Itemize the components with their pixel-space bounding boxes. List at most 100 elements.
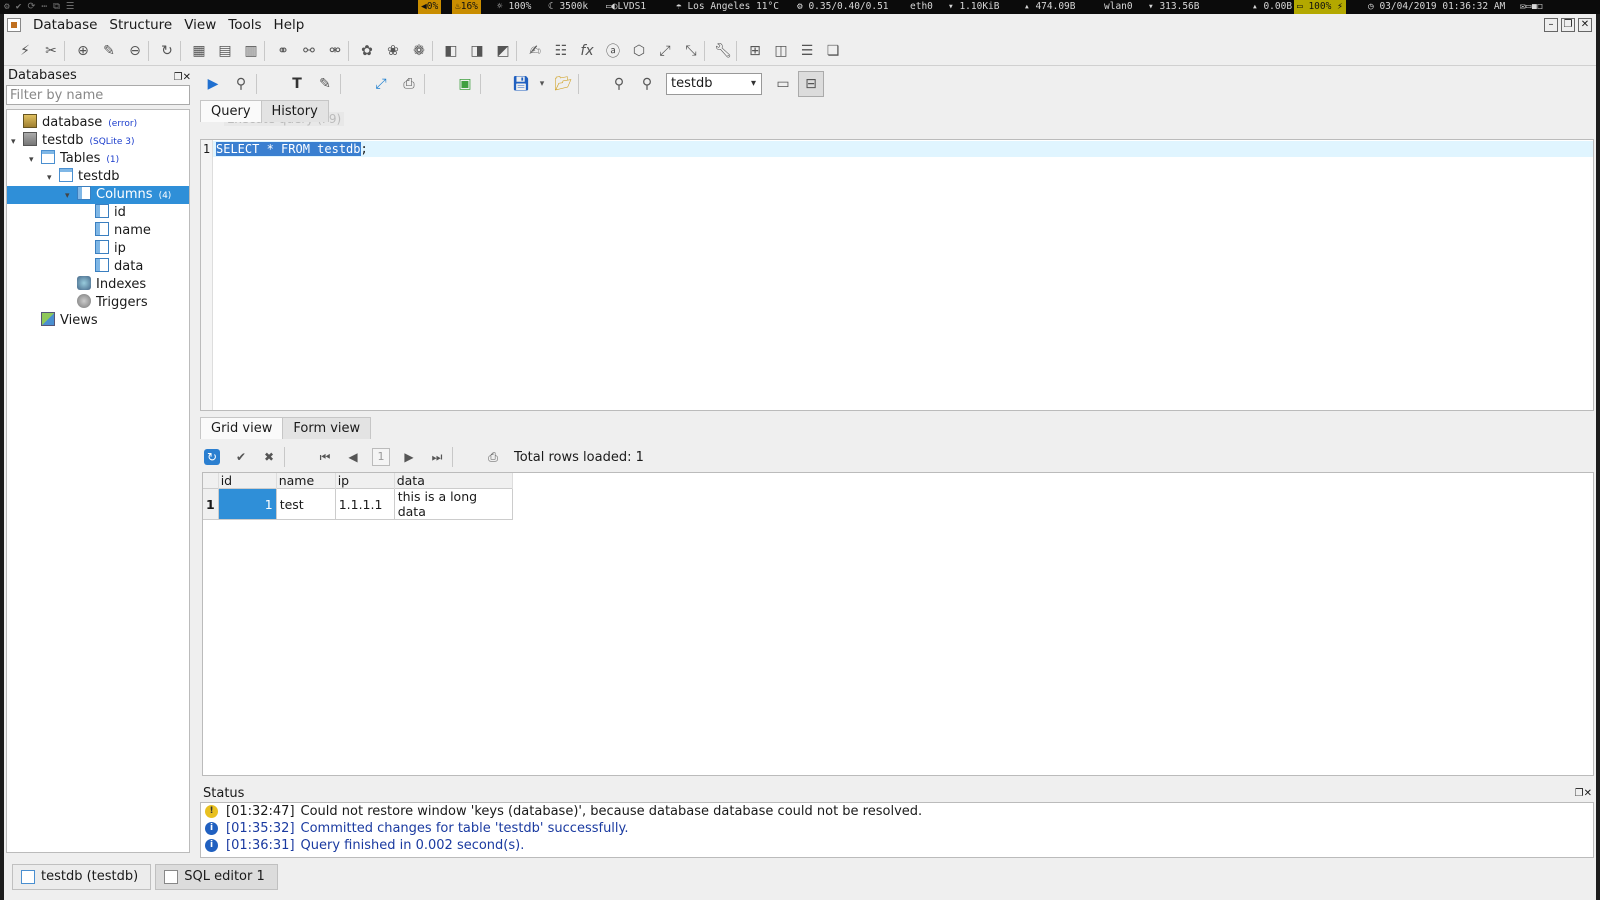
settings-icon[interactable]: 🔧︎ xyxy=(710,38,736,64)
query-text-rest[interactable]: ; xyxy=(361,142,368,156)
explain-query-icon[interactable]: ⚲ xyxy=(228,71,254,97)
delete-trigger-icon[interactable]: ❁ xyxy=(406,38,432,64)
layout-split-icon[interactable]: ⊟ xyxy=(798,71,824,97)
edit-database-icon[interactable]: ✎ xyxy=(96,38,122,64)
menu-help[interactable]: Help xyxy=(268,17,311,33)
tab-form-view[interactable]: Form view xyxy=(282,417,372,439)
page-number[interactable]: 1 xyxy=(372,448,390,466)
add-view-icon[interactable]: ◧ xyxy=(438,38,464,64)
column-header-name[interactable]: name xyxy=(276,473,336,489)
collapse-arrow-icon[interactable]: ▾ xyxy=(65,187,77,205)
print-icon[interactable]: ⎙ xyxy=(480,444,506,470)
tile-icon[interactable]: ⊞ xyxy=(742,38,768,64)
functions-icon[interactable]: fx xyxy=(574,38,600,64)
collations-icon[interactable]: ⓐ xyxy=(600,38,626,64)
delete-index-icon[interactable]: ⚮ xyxy=(322,38,348,64)
cell-id[interactable]: 1 xyxy=(217,488,277,520)
add-index-icon[interactable]: ⚭ xyxy=(270,38,296,64)
window-tab-sql-editor[interactable]: SQL editor 1 xyxy=(155,864,278,890)
menu-view[interactable]: View xyxy=(178,17,222,33)
delete-database-icon[interactable]: ⊖ xyxy=(122,38,148,64)
ddl-history-icon[interactable]: ☷ xyxy=(548,38,574,64)
tree-item-triggers[interactable]: Triggers xyxy=(77,294,148,312)
prev-page-icon[interactable]: ◀ xyxy=(340,444,366,470)
next-page-icon[interactable]: ▶ xyxy=(396,444,422,470)
extensions-icon[interactable]: ⬡ xyxy=(626,38,652,64)
tile-horizontal-icon[interactable]: ◫ xyxy=(768,38,794,64)
menu-structure[interactable]: Structure xyxy=(103,17,178,33)
export-icon[interactable]: ⤡ xyxy=(678,38,704,64)
tree-item-columns[interactable]: ▾ Columns (4) xyxy=(7,186,189,204)
tab-history[interactable]: History xyxy=(260,100,329,122)
tree-item-column[interactable]: id xyxy=(95,204,126,222)
tree-item-column[interactable]: data xyxy=(95,258,143,276)
cascade-icon[interactable]: ❏ xyxy=(820,38,846,64)
disconnect-icon[interactable]: ✂ xyxy=(38,38,64,64)
cell-ip[interactable]: 1.1.1.1 xyxy=(334,488,395,520)
collapse-arrow-icon[interactable]: ▾ xyxy=(11,133,23,151)
delete-table-icon[interactable]: ▥ xyxy=(238,38,264,64)
tree-item-column[interactable]: ip xyxy=(95,240,126,258)
filter-input[interactable] xyxy=(6,85,190,105)
tree-item-testdb[interactable]: ▾ testdb (SQLite 3) xyxy=(11,132,189,150)
last-page-icon[interactable]: ⏭ xyxy=(424,444,450,470)
database-select[interactable]: testdb xyxy=(666,73,762,95)
column-header-id[interactable]: id xyxy=(218,473,277,489)
sql-editor[interactable]: 1 SELECT * FROM testdb; xyxy=(200,139,1594,411)
window-tab-table[interactable]: testdb (testdb) xyxy=(12,864,152,890)
tab-query[interactable]: Query xyxy=(200,100,262,122)
selected-query-text[interactable]: SELECT * FROM testdb xyxy=(216,142,361,156)
rollback-icon[interactable]: ✖ xyxy=(256,444,282,470)
row-number[interactable]: 1 xyxy=(203,488,219,520)
refresh-icon[interactable]: ↻ xyxy=(154,38,180,64)
clear-history-icon[interactable]: ✎ xyxy=(312,71,338,97)
current-line[interactable]: SELECT * FROM testdb; xyxy=(213,141,1593,157)
add-table-icon[interactable]: ▦ xyxy=(186,38,212,64)
chevron-down-icon[interactable]: ▾ xyxy=(536,71,548,97)
tree-item-table-testdb[interactable]: ▾ testdb xyxy=(47,168,189,186)
close-icon[interactable]: ✕ xyxy=(1578,18,1592,32)
tree-item-database[interactable]: database (error) xyxy=(11,114,189,132)
edit-view-icon[interactable]: ◨ xyxy=(464,38,490,64)
save-sql-icon[interactable]: 💾︎ xyxy=(508,71,534,97)
find-replace-icon[interactable]: ⚲ xyxy=(634,71,660,97)
workspace-icons[interactable]: ⚙✔⟳⋯⧉☰ xyxy=(4,0,80,14)
delete-view-icon[interactable]: ◩ xyxy=(490,38,516,64)
open-file-icon[interactable]: 📂︎ xyxy=(550,71,576,97)
menu-tools[interactable]: Tools xyxy=(222,17,267,33)
find-icon[interactable]: ⚲ xyxy=(606,71,632,97)
layout-single-icon[interactable]: ▭ xyxy=(770,71,796,97)
add-trigger-icon[interactable]: ✿ xyxy=(354,38,380,64)
export-results-icon[interactable]: ⤢ xyxy=(368,71,394,97)
minimize-icon[interactable]: – xyxy=(1544,18,1558,32)
tree-item-column[interactable]: name xyxy=(95,222,151,240)
format-sql-icon[interactable]: T xyxy=(284,71,310,97)
cell-data[interactable]: this is a long data xyxy=(393,488,513,520)
collapse-arrow-icon[interactable]: ▾ xyxy=(29,151,41,169)
tree-item-views[interactable]: Views xyxy=(41,312,98,330)
tab-grid-view[interactable]: Grid view xyxy=(200,417,284,439)
tree-item-indexes[interactable]: Indexes xyxy=(77,276,146,294)
results-grid[interactable]: id name ip data 1 1 test 1.1.1.1 this is… xyxy=(202,472,1594,776)
import-icon[interactable]: ⤢ xyxy=(652,38,678,64)
commit-icon[interactable]: ✔ xyxy=(228,444,254,470)
connect-icon[interactable]: ⚡ xyxy=(12,38,38,64)
column-header-data[interactable]: data xyxy=(394,473,513,489)
collapse-arrow-icon[interactable]: ▾ xyxy=(47,169,59,187)
column-header-ip[interactable]: ip xyxy=(335,473,395,489)
panel-buttons[interactable]: ❐✕ xyxy=(1575,786,1592,802)
refresh-icon[interactable]: ↻ xyxy=(204,449,220,465)
restore-icon[interactable]: ❐ xyxy=(1561,18,1575,32)
tree-item-tables[interactable]: ▾ Tables (1) xyxy=(29,150,189,168)
edit-trigger-icon[interactable]: ❀ xyxy=(380,38,406,64)
edit-index-icon[interactable]: ⚯ xyxy=(296,38,322,64)
tray-icons[interactable]: ✉▭◼◻ xyxy=(1520,0,1543,14)
tile-vertical-icon[interactable]: ☰ xyxy=(794,38,820,64)
add-database-icon[interactable]: ⊕ xyxy=(70,38,96,64)
create-view-icon[interactable]: ▣ xyxy=(452,71,478,97)
menu-database[interactable]: Database xyxy=(27,17,103,33)
first-page-icon[interactable]: ⏮ xyxy=(312,444,338,470)
cell-name[interactable]: test xyxy=(275,488,336,520)
execute-query-icon[interactable]: ▶ xyxy=(200,71,226,97)
sql-editor-icon[interactable]: ✍ xyxy=(522,38,548,64)
